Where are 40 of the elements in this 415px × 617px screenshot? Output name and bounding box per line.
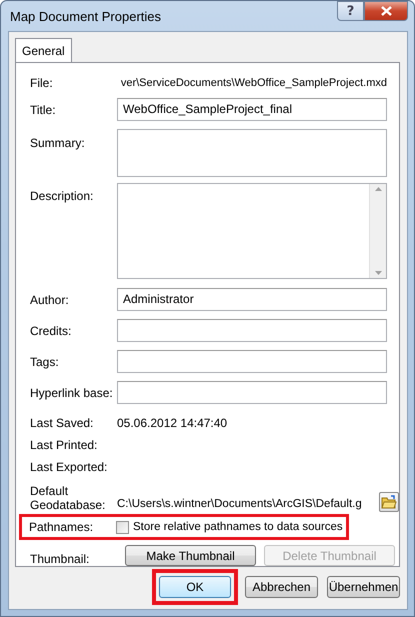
text-area[interactable] [117,129,387,177]
window-title: Map Document Properties [9,8,162,24]
thumbnail-button[interactable]: Make Thumbnail [125,545,256,566]
field-label: Tags: [30,354,60,368]
scroll-up-icon[interactable] [374,187,382,191]
field-label: Description: [30,189,94,203]
help-button[interactable]: ? [337,1,364,21]
field-value: C:\Users\s.wintner\Documents\ArcGIS\Default.g [117,498,362,510]
field-label: Last Printed: [30,438,98,452]
dialog-button[interactable]: Übernehmen [327,576,400,598]
scrollbar[interactable] [369,184,386,278]
field-label: Last Saved: [30,416,94,430]
text-field[interactable] [117,381,387,404]
field-label: File: [30,76,54,90]
field-value: 05.06.2012 14:47:40 [117,416,228,430]
dialog-button[interactable]: Abbrechen [245,576,318,598]
field-label: Default Geodatabase: [30,484,106,512]
scroll-down-icon[interactable] [374,271,382,275]
checkbox[interactable] [116,520,129,534]
text-field[interactable]: WebOffice_SampleProject_final [117,98,387,121]
checkbox-label: Store relative pathnames to data sources [133,521,344,533]
field-label: Thumbnail: [30,552,90,566]
field-label: Hyperlink base: [30,386,114,400]
text-area[interactable] [117,183,387,279]
close-icon [380,6,392,16]
field-label: Author: [30,292,70,306]
tab[interactable]: General [15,38,72,62]
field-label: Summary: [30,136,86,150]
browse-button[interactable] [379,492,399,512]
text-field[interactable]: Administrator [117,288,387,311]
folder-icon [381,495,397,509]
field-label: Title: [30,102,57,116]
field-value: ver\ServiceDocuments\WebOffice_SampleProject.mxd [120,77,387,89]
text-field[interactable] [117,319,387,342]
text-field[interactable] [117,350,387,373]
field-label: Last Exported: [30,460,108,474]
dialog-button[interactable]: OK [159,576,231,598]
field-label: Credits: [30,324,72,338]
field-label: Pathnames: [29,520,94,534]
close-button[interactable] [364,1,408,21]
